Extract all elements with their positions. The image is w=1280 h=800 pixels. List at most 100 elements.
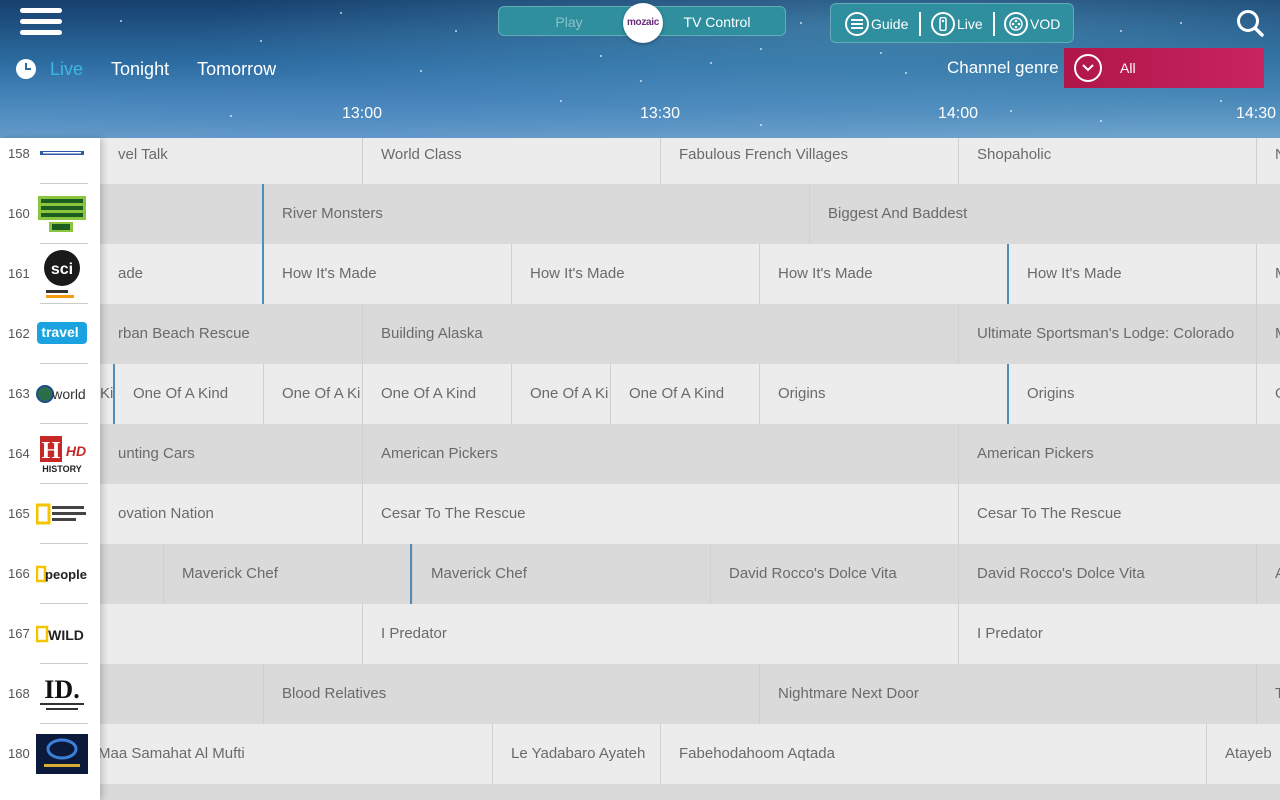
program-cell[interactable]: rban Beach Rescue <box>100 304 362 364</box>
play-tv-control-toggle[interactable]: Play TV Control mozaic <box>498 3 787 43</box>
program-cell[interactable]: Ki <box>100 364 114 424</box>
discovery-science-logo-icon: sci <box>36 248 88 300</box>
program-cell[interactable]: David Rocco's Dolce Vita <box>710 544 958 604</box>
channel-row[interactable]: 165 <box>0 484 100 544</box>
channel-genre-label: Channel genre <box>947 58 1059 77</box>
program-cell[interactable]: O <box>1256 364 1280 424</box>
svg-text:HISTORY: HISTORY <box>42 464 82 474</box>
program-cell[interactable]: Biggest And Baddest <box>809 184 1280 244</box>
channel-row[interactable]: 160 <box>0 184 100 244</box>
hamburger-menu-icon[interactable] <box>20 6 64 38</box>
program-cell[interactable]: How It's Made <box>759 244 1008 304</box>
program-cell[interactable]: How It's Made <box>1008 244 1256 304</box>
program-cell[interactable]: T <box>1256 664 1280 724</box>
program-cell[interactable]: Nightmare Next Door <box>759 664 1256 724</box>
program-cell[interactable]: M <box>1256 244 1280 304</box>
program-cell[interactable]: American Pickers <box>958 424 1280 484</box>
program-grid: vel Talk World Class Fabulous French Vil… <box>0 138 1280 800</box>
tv-control-option[interactable]: TV Control <box>647 7 787 37</box>
channel-number: 158 <box>8 146 30 161</box>
search-icon[interactable] <box>1236 9 1264 37</box>
program-cell[interactable]: Building Alaska <box>362 304 958 364</box>
program-cell[interactable]: Shopaholic <box>958 138 1256 184</box>
program-cell[interactable] <box>100 604 362 664</box>
time-label: 13:00 <box>341 105 383 122</box>
program-row: Blood Relatives Nightmare Next Door T <box>0 664 1280 724</box>
svg-text:HD: HD <box>66 443 86 459</box>
svg-text:sci: sci <box>51 261 73 278</box>
program-cell[interactable]: Blood Relatives <box>263 664 759 724</box>
live-button[interactable]: Live <box>931 4 983 44</box>
program-cell[interactable]: Cesar To The Rescue <box>958 484 1280 544</box>
channel-row[interactable]: 162 travel <box>0 304 100 364</box>
svg-text:travel: travel <box>41 324 78 340</box>
program-cell[interactable] <box>100 184 263 244</box>
program-cell[interactable] <box>100 664 263 724</box>
channel-genre-value: All <box>1120 60 1136 76</box>
program-cell[interactable]: Ultimate Sportsman's Lodge: Colorado <box>958 304 1256 364</box>
program-cell[interactable]: I Predator <box>958 604 1280 664</box>
svg-text:H: H <box>42 438 61 464</box>
svg-text:ID.: ID. <box>44 675 79 704</box>
tab-tomorrow[interactable]: Tomorrow <box>197 59 276 80</box>
channel-row[interactable]: 161 sci <box>0 244 100 304</box>
program-cell[interactable]: Fabulous French Villages <box>660 138 958 184</box>
channel-row[interactable]: 167 WILD <box>0 604 100 664</box>
program-cell[interactable]: How It's Made <box>263 244 511 304</box>
program-cell[interactable]: Origins <box>1008 364 1256 424</box>
arabic-channel-logo-icon <box>36 734 88 774</box>
channel-number: 161 <box>8 266 30 281</box>
tab-live[interactable]: Live <box>50 59 83 80</box>
nav-divider <box>919 12 921 36</box>
program-cell[interactable]: M <box>1256 304 1280 364</box>
channel-number: 166 <box>8 566 30 581</box>
program-cell[interactable]: Atayeb <box>1206 724 1280 784</box>
program-cell[interactable]: American Pickers <box>362 424 958 484</box>
program-cell[interactable]: Maverick Chef <box>412 544 710 604</box>
guide-header: Play TV Control mozaic Guide Live VOD Li… <box>0 0 1280 138</box>
tab-tonight[interactable]: Tonight <box>111 59 169 80</box>
play-option[interactable]: Play <box>499 7 639 37</box>
channel-row[interactable]: 166 people <box>0 544 100 604</box>
program-cell[interactable]: Maa Samahat Al Mufti <box>80 724 492 784</box>
program-row <box>0 784 1280 800</box>
channel-row[interactable]: 158 <box>0 138 100 184</box>
program-cell[interactable]: Le Yadabaro Ayateh <box>492 724 660 784</box>
current-time-marker <box>262 184 264 304</box>
program-cell[interactable]: One Of A Ki <box>263 364 362 424</box>
live-label: Live <box>957 16 983 32</box>
program-cell[interactable]: ovation Nation <box>100 484 362 544</box>
program-cell[interactable]: Origins <box>759 364 1008 424</box>
channel-genre-dropdown[interactable]: All <box>1064 48 1264 88</box>
program-cell[interactable]: One Of A Ki <box>511 364 610 424</box>
program-row: unting Cars American Pickers American Pi… <box>0 424 1280 484</box>
program-cell[interactable]: One Of A Kind <box>362 364 511 424</box>
channel-number: 168 <box>8 686 30 701</box>
program-cell[interactable]: Fabehodahoom Aqtada <box>660 724 1206 784</box>
svg-text:people: people <box>45 567 87 582</box>
channel-row[interactable]: 164 H HD HISTORY <box>0 424 100 484</box>
program-cell[interactable]: David Rocco's Dolce Vita <box>958 544 1256 604</box>
program-cell[interactable] <box>100 544 163 604</box>
vod-button[interactable]: VOD <box>1004 4 1060 44</box>
channel-row[interactable]: 180 <box>0 724 100 784</box>
guide-button[interactable]: Guide <box>845 4 908 44</box>
program-cell[interactable]: River Monsters <box>263 184 809 244</box>
current-time-marker <box>410 544 412 604</box>
program-cell[interactable]: One Of A Kind <box>114 364 263 424</box>
program-cell[interactable]: How It's Made <box>511 244 759 304</box>
program-cell[interactable]: A <box>1256 544 1280 604</box>
program-cell[interactable]: World Class <box>362 138 660 184</box>
channel-row[interactable]: 168 ID. <box>0 664 100 724</box>
program-cell[interactable]: vel Talk <box>100 138 362 184</box>
program-cell[interactable]: One Of A Kind <box>610 364 759 424</box>
program-cell[interactable]: Maverick Chef <box>163 544 412 604</box>
program-cell[interactable]: N <box>1256 138 1280 184</box>
program-cell[interactable]: I Predator <box>362 604 958 664</box>
program-cell[interactable]: Cesar To The Rescue <box>362 484 958 544</box>
mozaic-logo-knob[interactable]: mozaic <box>623 3 663 43</box>
program-cell[interactable]: unting Cars <box>100 424 362 484</box>
channel-row[interactable]: 163 world <box>0 364 100 424</box>
time-label: 13:30 <box>639 105 681 122</box>
program-cell[interactable]: ade <box>100 244 263 304</box>
